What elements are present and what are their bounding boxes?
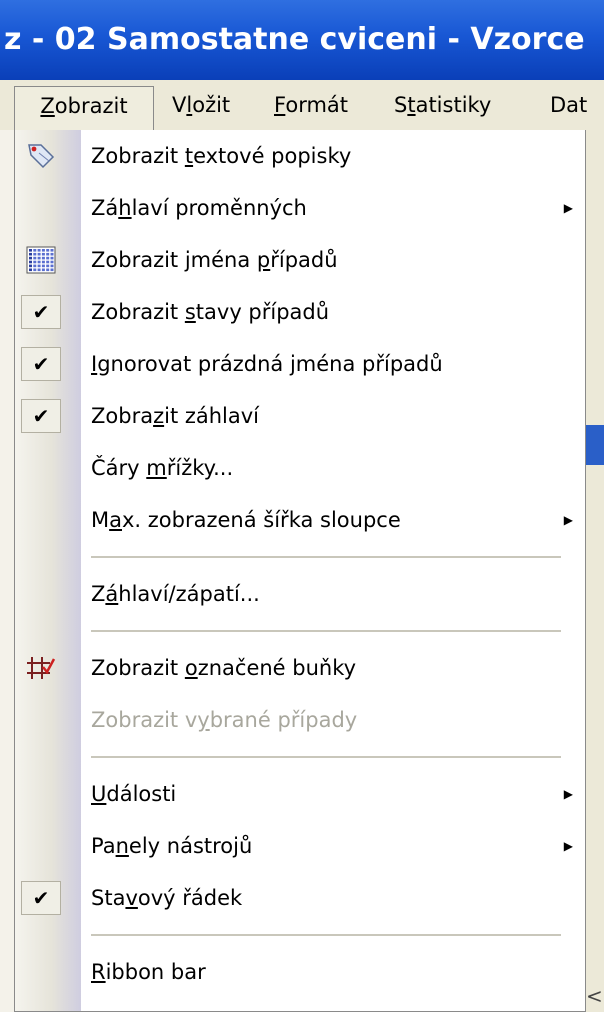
menu-item-label: Max. zobrazená šířka sloupce	[91, 508, 401, 532]
menu-statistiky[interactable]: Statistiky	[394, 80, 491, 130]
menu-item-label: Ribbon bar	[91, 960, 206, 984]
collapse-arrow-icon: <	[586, 984, 603, 1008]
menu-item-label: Záhlaví proměnných	[91, 196, 307, 220]
menu-item-label: Zobrazit textové popisky	[91, 144, 352, 168]
tag-icon	[21, 139, 61, 173]
menu-item[interactable]: ✔ Zobrazit záhlaví	[15, 390, 585, 442]
menu-item[interactable]: Max. zobrazená šířka sloupce ▶	[15, 494, 585, 546]
checkmark-icon: ✔	[21, 347, 61, 381]
menu-item-label: Stavový řádek	[91, 886, 243, 910]
grid-icon	[21, 243, 61, 277]
menu-item-label: Panely nástrojů	[91, 834, 253, 858]
menu-vlozit[interactable]: Vložit	[172, 80, 230, 130]
menu-item[interactable]: Záhlaví proměnných ▶	[15, 182, 585, 234]
menu-item[interactable]: ✔ Zobrazit stavy případů	[15, 286, 585, 338]
menu-item[interactable]: Zobrazit jména případů	[15, 234, 585, 286]
menu-item-label: Ignorovat prázdná jména případů	[91, 352, 443, 376]
menu-item[interactable]: Zobrazit textové popisky	[15, 130, 585, 182]
menu-separator	[91, 556, 561, 558]
menu-separator	[91, 756, 561, 758]
menu-item[interactable]: Zobrazit označené buňky	[15, 642, 585, 694]
menu-item-label: Čáry mřížky...	[91, 456, 234, 480]
menu-separator	[91, 630, 561, 632]
menu-zobrazit[interactable]: Zobrazit	[14, 86, 154, 130]
checkmark-icon: ✔	[21, 399, 61, 433]
background-window-left	[0, 130, 14, 1012]
menu-format[interactable]: Formát	[274, 80, 348, 130]
menu-item[interactable]: Záhlaví/zápatí...	[15, 568, 585, 620]
menu-separator	[91, 934, 561, 936]
menu-item-label: Události	[91, 782, 177, 806]
submenu-arrow-icon: ▶	[563, 787, 573, 801]
submenu-arrow-icon: ▶	[563, 839, 573, 853]
menu-item-label: Záhlaví/zápatí...	[91, 582, 260, 606]
menu-item[interactable]: ✔ Ignorovat prázdná jména případů	[15, 338, 585, 390]
menu-item-label: Zobrazit označené buňky	[91, 656, 357, 680]
menu-item-label: Zobrazit záhlaví	[91, 404, 260, 428]
menu-item[interactable]: Panely nástrojů ▶	[15, 820, 585, 872]
menu-item[interactable]: ✔ Stavový řádek	[15, 872, 585, 924]
menu-bar: Zobrazit Vložit Formát Statistiky Dat	[0, 80, 604, 130]
menu-item: Zobrazit vybrané případy	[15, 694, 585, 746]
zobrazit-dropdown-menu: Zobrazit textové popisky Záhlaví proměnný…	[14, 130, 586, 1012]
window-title: z - 02 Samostatne cviceni - Vzorce	[4, 22, 585, 57]
submenu-arrow-icon: ▶	[563, 201, 573, 215]
menu-item-label: Zobrazit jména případů	[91, 248, 338, 272]
submenu-arrow-icon: ▶	[563, 513, 573, 527]
menu-data[interactable]: Dat	[550, 80, 587, 130]
menu-item[interactable]: Události ▶	[15, 768, 585, 820]
menu-item[interactable]: Čáry mřížky...	[15, 442, 585, 494]
menu-item[interactable]: Ribbon bar	[15, 946, 585, 998]
window-title-bar: z - 02 Samostatne cviceni - Vzorce	[0, 0, 604, 80]
marked-cells-icon	[21, 651, 61, 685]
menu-item-label: Zobrazit vybrané případy	[91, 708, 358, 732]
menu-item-label: Zobrazit stavy případů	[91, 300, 330, 324]
checkmark-icon: ✔	[21, 881, 61, 915]
checkmark-icon: ✔	[21, 295, 61, 329]
